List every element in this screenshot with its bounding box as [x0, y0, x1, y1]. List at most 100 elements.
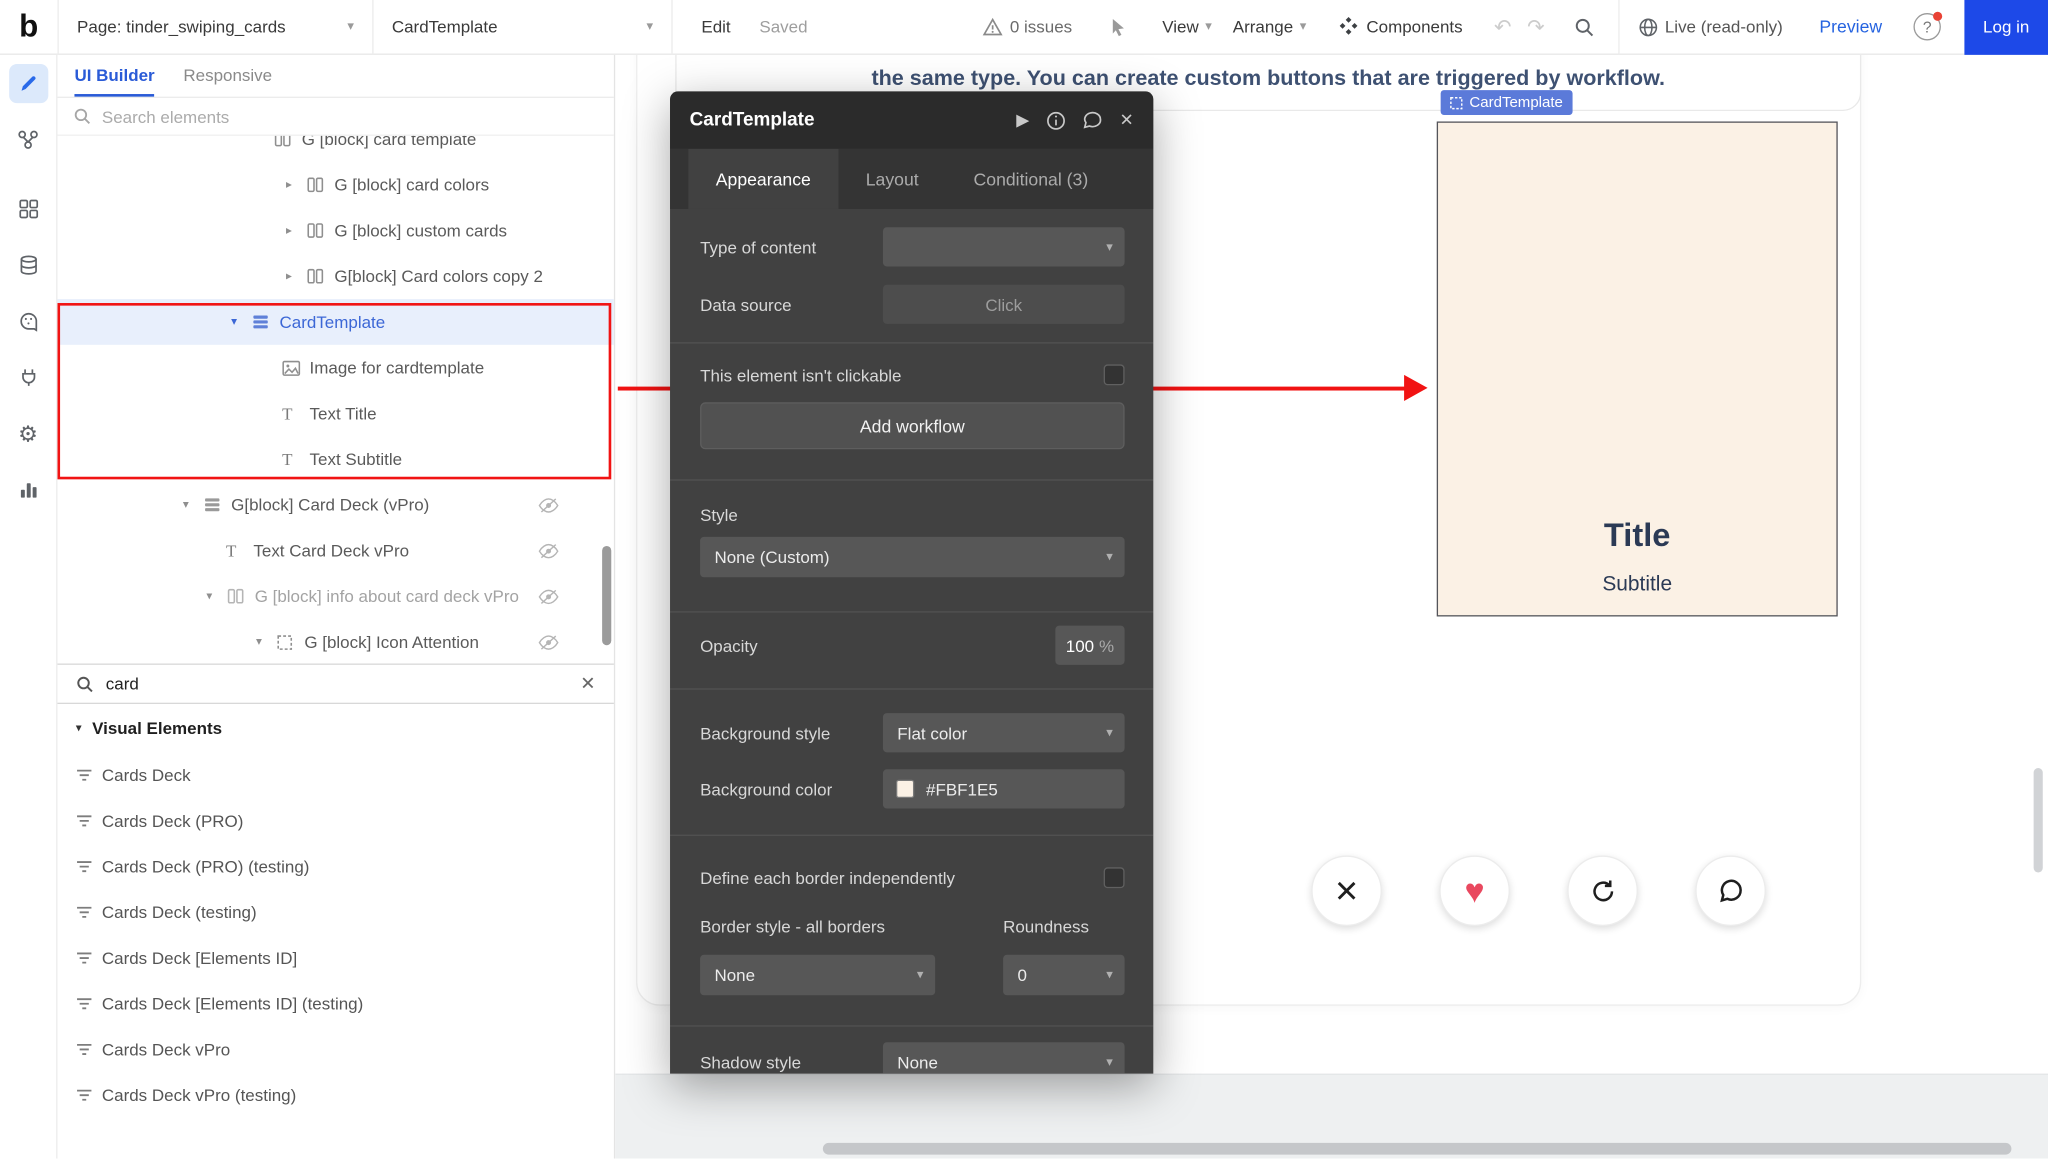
clear-search-icon[interactable]: ✕ — [580, 673, 595, 695]
data-source-button[interactable]: Click — [883, 285, 1125, 324]
border-style-dropdown[interactable]: None ▾ — [700, 955, 935, 995]
element-library-search-input[interactable] — [106, 674, 569, 694]
tree-item[interactable]: ▾ G [block] info about card deck vPro — [57, 573, 613, 619]
background-style-dropdown[interactable]: Flat color ▾ — [883, 713, 1125, 752]
tree-item[interactable]: ▾ G[block] Card Deck (vPro) — [57, 482, 613, 528]
tree-item[interactable]: T Text Title — [57, 391, 613, 437]
search-elements-input[interactable] — [102, 106, 598, 126]
caret-down-icon[interactable]: ▾ — [206, 589, 227, 603]
library-item[interactable]: Cards Deck — [57, 752, 613, 798]
bubble-logo[interactable]: b — [0, 0, 57, 54]
opacity-input[interactable]: 100 % — [1055, 626, 1124, 665]
pointer-tool-icon[interactable] — [1109, 16, 1129, 37]
cardtemplate-element[interactable]: Title Subtitle — [1437, 121, 1838, 616]
preview-button[interactable]: Preview — [1819, 17, 1882, 37]
element-selector[interactable]: CardTemplate ▾ — [374, 0, 672, 54]
tab-appearance[interactable]: Appearance — [688, 149, 838, 209]
arrange-menu[interactable]: Arrange ▾ — [1233, 17, 1307, 37]
tree-item[interactable]: ▸ G [block] card colors — [57, 162, 613, 208]
tree-item[interactable]: ▸ G [block] custom cards — [57, 208, 613, 254]
clickable-label: This element isn't clickable — [700, 365, 901, 385]
caret-down-icon[interactable]: ▾ — [231, 315, 252, 329]
library-item[interactable]: Cards Deck (testing) — [57, 889, 613, 935]
selection-badge[interactable]: CardTemplate — [1441, 90, 1572, 115]
left-rail: ⚙ — [0, 55, 57, 1159]
issues-indicator[interactable]: 0 issues — [982, 16, 1072, 37]
help-icon[interactable]: ? — [1913, 13, 1940, 40]
info-icon[interactable] — [1046, 110, 1066, 130]
library-item[interactable]: Cards Deck (PRO) — [57, 798, 613, 844]
tree-item[interactable]: T Text Subtitle — [57, 436, 613, 482]
tree-item-cardtemplate[interactable]: ▾ CardTemplate — [57, 299, 613, 345]
chat-replay-button[interactable] — [1695, 856, 1766, 927]
library-item[interactable]: Cards Deck vPro (testing) — [57, 1072, 613, 1118]
comment-icon[interactable] — [1083, 111, 1103, 129]
horizontal-scrollbar[interactable] — [823, 1143, 2012, 1155]
undo-icon[interactable]: ↶ — [1494, 14, 1512, 40]
vertical-scrollbar[interactable] — [2034, 768, 2043, 872]
rows-icon — [252, 313, 279, 330]
edit-menu[interactable]: Edit — [701, 17, 730, 37]
view-menu-label: View — [1162, 17, 1199, 37]
caret-right-icon[interactable]: ▸ — [286, 269, 307, 283]
visibility-off-icon[interactable] — [538, 589, 559, 605]
search-icon[interactable] — [1573, 16, 1594, 37]
library-item[interactable]: Cards Deck [Elements ID] (testing) — [57, 981, 613, 1027]
visibility-off-icon[interactable] — [538, 498, 559, 514]
color-swatch[interactable] — [896, 780, 914, 798]
tree-item[interactable]: Image for cardtemplate — [57, 345, 613, 391]
clickable-checkbox[interactable] — [1104, 364, 1125, 385]
login-button[interactable]: Log in — [1964, 0, 2048, 54]
database-tab-icon[interactable] — [8, 246, 47, 285]
tab-responsive[interactable]: Responsive — [183, 55, 272, 97]
close-icon[interactable]: ✕ — [1119, 110, 1133, 131]
x-icon — [1335, 879, 1359, 903]
styles-tab-icon[interactable] — [8, 302, 47, 341]
define-borders-checkbox[interactable] — [1104, 867, 1125, 888]
tab-conditional[interactable]: Conditional (3) — [946, 149, 1116, 209]
design-tab-icon[interactable] — [8, 64, 47, 103]
caret-right-icon[interactable]: ▸ — [286, 223, 307, 237]
logs-tab-icon[interactable] — [8, 470, 47, 509]
tab-layout[interactable]: Layout — [838, 149, 946, 209]
type-of-content-dropdown[interactable]: ▾ — [883, 227, 1125, 266]
caret-down-icon[interactable]: ▾ — [183, 498, 204, 512]
visual-elements-section[interactable]: ▾ Visual Elements — [57, 704, 613, 752]
plugins-tab-icon[interactable] — [8, 358, 47, 397]
like-button[interactable]: ♥ — [1439, 856, 1510, 927]
library-item[interactable]: Cards Deck vPro — [57, 1027, 613, 1073]
dismiss-button[interactable] — [1311, 856, 1382, 927]
library-item[interactable]: Cards Deck (PRO) (testing) — [57, 844, 613, 890]
tree-item[interactable]: ▾ G [block] Icon Attention — [57, 619, 613, 663]
visibility-off-icon[interactable] — [538, 635, 559, 651]
environment-selector[interactable]: Live (read-only) — [1637, 16, 1782, 37]
page-selector[interactable]: Page: tinder_swiping_cards ▾ — [59, 0, 372, 54]
visibility-off-icon[interactable] — [538, 543, 559, 559]
shadow-style-dropdown[interactable]: None ▾ — [883, 1042, 1125, 1073]
view-menu[interactable]: View ▾ — [1162, 17, 1212, 37]
components-button[interactable]: Components — [1338, 16, 1463, 38]
component-library-icon[interactable] — [8, 189, 47, 228]
tree-item-label: G [block] custom cards — [334, 221, 507, 241]
tab-ui-builder[interactable]: UI Builder — [74, 55, 154, 97]
property-editor-header[interactable]: CardTemplate ▶ ✕ — [670, 91, 1153, 148]
library-item[interactable]: Cards Deck [Elements ID] — [57, 935, 613, 981]
tree-item[interactable]: G [block] card template — [57, 136, 613, 162]
element-tree-search[interactable] — [57, 98, 613, 136]
roundness-dropdown[interactable]: 0 ▾ — [1003, 955, 1124, 995]
element-library-search[interactable]: ✕ — [57, 664, 613, 704]
tree-scrollbar[interactable] — [602, 546, 611, 645]
caret-down-icon[interactable]: ▾ — [256, 635, 277, 649]
redo-icon[interactable]: ↷ — [1527, 14, 1545, 40]
tree-item[interactable]: T Text Card Deck vPro — [57, 528, 613, 574]
caret-right-icon[interactable]: ▸ — [286, 178, 307, 192]
workflow-tab-icon[interactable] — [8, 120, 47, 159]
settings-tab-icon[interactable]: ⚙ — [8, 414, 47, 453]
style-dropdown[interactable]: None (Custom) ▾ — [700, 537, 1124, 577]
background-color-input[interactable]: #FBF1E5 — [883, 769, 1125, 808]
run-workflow-icon[interactable]: ▶ — [1016, 110, 1029, 131]
tree-item[interactable]: ▸ G[block] Card colors copy 2 — [57, 253, 613, 299]
refresh-button[interactable] — [1567, 856, 1638, 927]
add-workflow-button[interactable]: Add workflow — [700, 402, 1124, 449]
refresh-icon — [1589, 877, 1616, 904]
